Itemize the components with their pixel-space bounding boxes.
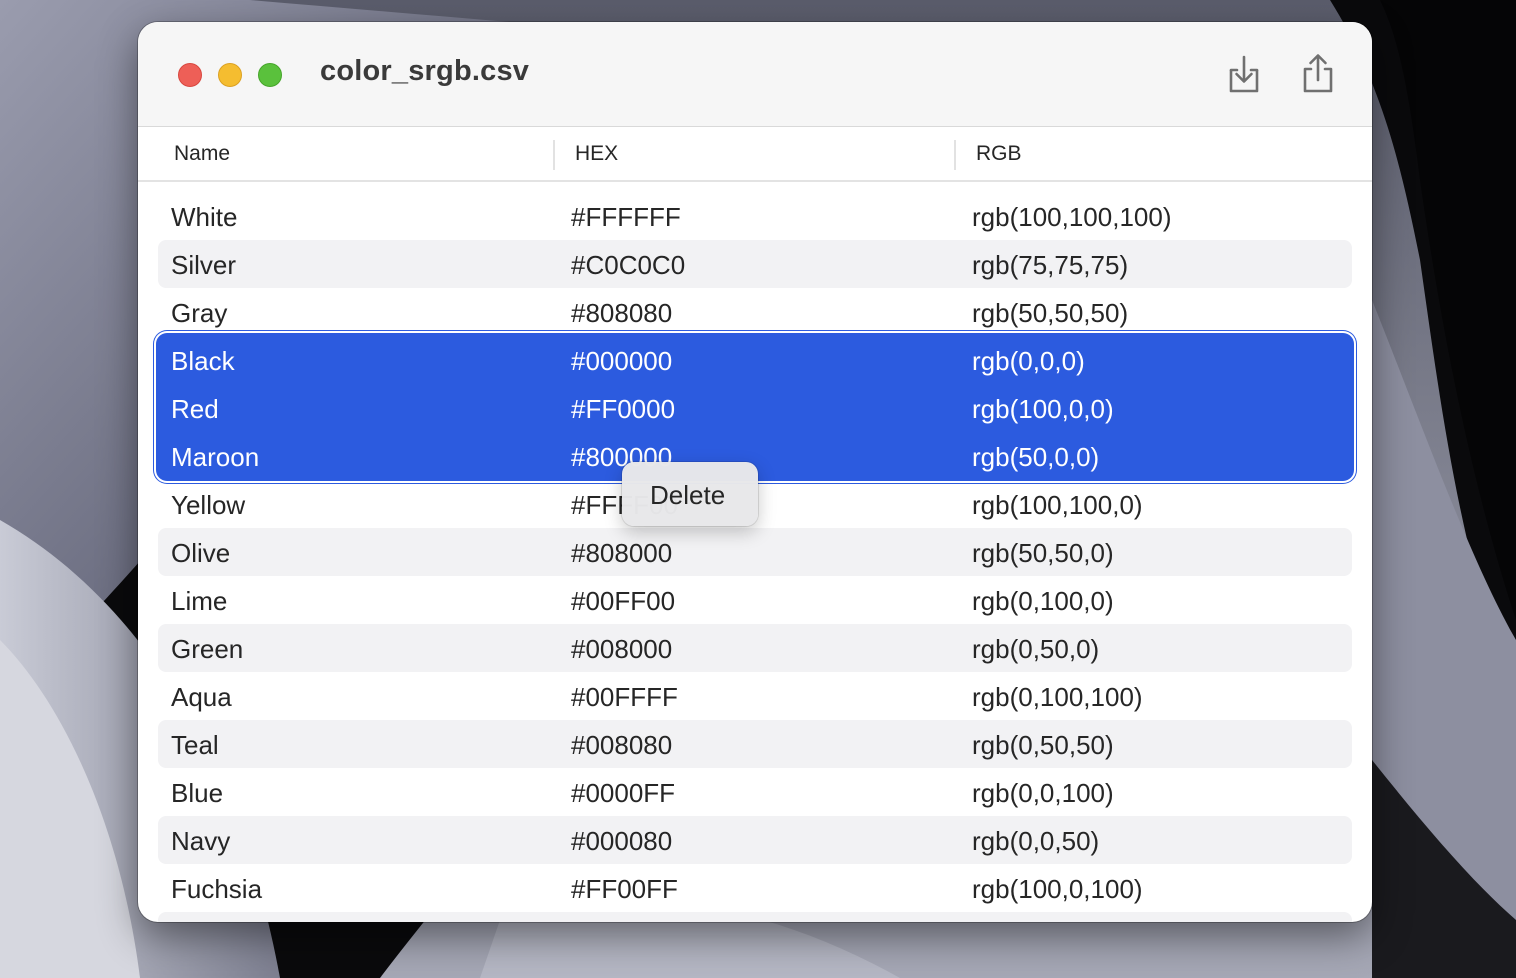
table-row[interactable]: Aqua #00FFFF rgb(0,100,100) xyxy=(158,672,1352,720)
table-row[interactable]: Blue #0000FF rgb(0,0,100) xyxy=(158,768,1352,816)
cell-hex: #00FF00 xyxy=(571,586,676,616)
cell-rgb: rgb(0,50,50) xyxy=(972,730,1114,760)
menu-item-delete[interactable]: Delete xyxy=(650,480,725,511)
cell-name: Navy xyxy=(171,826,231,856)
cell-hex: #C0C0C0 xyxy=(571,250,686,280)
cell-hex: #808000 xyxy=(571,538,673,568)
cell-hex: #0000FF xyxy=(571,778,676,808)
cell-name: Blue xyxy=(171,778,224,808)
context-menu: Delete xyxy=(622,462,758,526)
minimize-window-button[interactable] xyxy=(218,63,242,87)
cell-name: Yellow xyxy=(171,490,246,520)
table-row[interactable]: Navy #000080 rgb(0,0,50) xyxy=(158,816,1352,864)
close-window-button[interactable] xyxy=(178,63,202,87)
table-body: White #FFFFFF rgb(100,100,100) Silver #C… xyxy=(138,181,1372,922)
title-bar: color_srgb.csv xyxy=(138,22,1372,127)
cell-rgb: rgb(50,0,0) xyxy=(972,442,1100,472)
column-header-rgb[interactable]: RGB xyxy=(976,142,1022,166)
cell-rgb: rgb(100,0,100) xyxy=(972,874,1143,904)
table-row[interactable]: White #FFFFFF rgb(100,100,100) xyxy=(158,192,1352,240)
cell-name: Silver xyxy=(171,250,237,280)
cell-hex: #000080 xyxy=(571,826,673,856)
table-row[interactable]: Teal #008080 rgb(0,50,50) xyxy=(158,720,1352,768)
cell-name: Red xyxy=(171,394,219,424)
cell-name: Fuchsia xyxy=(171,874,263,904)
cell-name: Green xyxy=(171,634,244,664)
cell-name: Gray xyxy=(171,298,228,328)
share-icon[interactable] xyxy=(1298,52,1338,96)
cell-name: Aqua xyxy=(171,682,232,712)
table-header: Name HEX RGB xyxy=(138,127,1372,182)
cell-rgb: rgb(0,0,50) xyxy=(972,826,1100,856)
cell-rgb: rgb(75,75,75) xyxy=(972,250,1129,280)
cell-hex: #FF00FF xyxy=(571,874,678,904)
cell-name: Maroon xyxy=(171,442,260,472)
table-row[interactable]: Lime #00FF00 rgb(0,100,0) xyxy=(158,576,1352,624)
cell-rgb: rgb(0,100,100) xyxy=(972,682,1143,712)
download-tray-icon[interactable] xyxy=(1224,52,1264,96)
table-row[interactable]: Green #008000 rgb(0,50,0) xyxy=(158,624,1352,672)
cell-hex: #FFFFFF xyxy=(571,202,681,232)
cell-name: Teal xyxy=(171,730,219,760)
cell-rgb: rgb(0,100,0) xyxy=(972,586,1114,616)
cell-rgb: rgb(0,0,0) xyxy=(972,346,1085,376)
table-row[interactable]: Silver #C0C0C0 rgb(75,75,75) xyxy=(158,240,1352,288)
cell-hex: #008000 xyxy=(571,634,673,664)
table-row[interactable]: Gray #808080 rgb(50,50,50) xyxy=(158,288,1352,336)
cell-rgb: rgb(0,0,100) xyxy=(972,778,1114,808)
window-title: color_srgb.csv xyxy=(320,55,530,87)
cell-name: White xyxy=(171,202,238,232)
zoom-window-button[interactable] xyxy=(258,63,282,87)
cell-rgb: rgb(100,0,0) xyxy=(972,394,1114,424)
cell-hex: #00FFFF xyxy=(571,682,678,712)
cell-rgb: rgb(50,50,50) xyxy=(972,298,1129,328)
column-divider[interactable] xyxy=(954,140,956,170)
cell-hex: #008080 xyxy=(571,730,673,760)
cell-hex: #FF0000 xyxy=(571,394,676,424)
column-header-name[interactable]: Name xyxy=(174,142,230,166)
cell-rgb: rgb(100,100,100) xyxy=(972,202,1172,232)
column-divider[interactable] xyxy=(553,140,555,170)
cell-rgb: rgb(100,100,0) xyxy=(972,490,1143,520)
cell-rgb: rgb(50,50,0) xyxy=(972,538,1114,568)
column-header-hex[interactable]: HEX xyxy=(575,142,618,166)
table-row[interactable]: Olive #808000 rgb(50,50,0) xyxy=(158,528,1352,576)
cell-name: Lime xyxy=(171,586,228,616)
cell-rgb: rgb(0,50,0) xyxy=(972,634,1100,664)
table-row-selected[interactable]: Black #000000 rgb(0,0,0) xyxy=(158,336,1352,384)
table-row-partial[interactable] xyxy=(158,912,1352,922)
cell-hex: #808080 xyxy=(571,298,673,328)
table-row[interactable]: Fuchsia #FF00FF rgb(100,0,100) xyxy=(158,864,1352,912)
table-row-selected[interactable]: Red #FF0000 rgb(100,0,0) xyxy=(158,384,1352,432)
cell-name: Olive xyxy=(171,538,231,568)
cell-name: Black xyxy=(171,346,235,376)
cell-hex: #000000 xyxy=(571,346,673,376)
